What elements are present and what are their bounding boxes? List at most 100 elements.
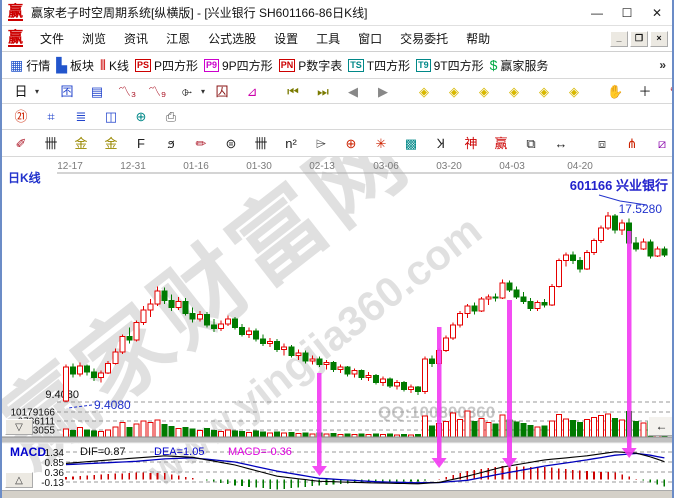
ruler-123-button[interactable]: ⧉ (520, 134, 544, 153)
mdi-minimize-button[interactable]: _ (610, 31, 628, 47)
menu-item-文件[interactable]: 文件 (31, 30, 73, 47)
volume-bar (183, 427, 188, 438)
menu-item-公式选股[interactable]: 公式选股 (199, 30, 265, 47)
svg-text:17.5280: 17.5280 (619, 202, 663, 216)
menu-item-江恩[interactable]: 江恩 (157, 30, 199, 47)
wave-3-button[interactable]: 〽₃ (116, 82, 140, 101)
brush-button[interactable]: ✐ (10, 134, 34, 153)
candle (331, 362, 336, 369)
fan-box-button[interactable]: ⧄ (651, 134, 674, 153)
volume-bar (141, 421, 146, 438)
last-page-button[interactable]: ⏭ (312, 82, 336, 101)
p-table-button[interactable]: PNP数字表 (279, 57, 343, 74)
next-button[interactable]: ▶ (372, 82, 396, 101)
width-measure-button[interactable]: ↔ (550, 134, 574, 153)
kline-chart-svg[interactable]: 赢家财富网www.yingjia360.comQQ:10080036012-17… (2, 157, 674, 490)
gann-diamond-5-button[interactable]: ◈ (533, 82, 557, 101)
mdi-restore-button[interactable]: ❐ (630, 31, 648, 47)
quotes-button[interactable]: ▦行情 (10, 57, 50, 74)
shen-ruler-button[interactable]: 神 (460, 134, 484, 153)
candle (563, 255, 568, 261)
menu-item-资讯[interactable]: 资讯 (115, 30, 157, 47)
menu-item-交易委托[interactable]: 交易委托 (391, 30, 457, 47)
single-candle-button[interactable]: ⌱▾ (176, 82, 205, 101)
chart-area[interactable]: 赢家财富网www.yingjia360.comQQ:10080036012-17… (2, 157, 674, 490)
square-tool-button[interactable]: ⧈ (591, 134, 615, 153)
wave-9-button[interactable]: 〽₉ (146, 82, 170, 101)
menu-item-工具[interactable]: 工具 (307, 30, 349, 47)
print-button[interactable]: ⎙ (160, 107, 184, 126)
maximize-button[interactable]: ☐ (612, 2, 642, 24)
pattern-box-button[interactable]: 囚 (211, 82, 235, 101)
9p-square-button[interactable]: P99P四方形 (204, 57, 273, 74)
candle (486, 297, 491, 299)
fan-lines-button[interactable]: ⋔ (621, 134, 645, 153)
net-grid-icon: 囨 (56, 82, 78, 101)
t-square-button[interactable]: TST四方形 (348, 57, 410, 74)
flag-button[interactable]: ⌲ (310, 134, 334, 153)
candle (648, 242, 653, 256)
gann-diamond-2-button[interactable]: ◈ (443, 82, 467, 101)
box-grid-button[interactable]: ▩ (400, 134, 424, 153)
save-button[interactable]: ◫ (100, 107, 124, 126)
svg-text:DEA=1.05: DEA=1.05 (154, 446, 204, 458)
menu-item-设置[interactable]: 设置 (265, 30, 307, 47)
kline-button[interactable]: ⫴K线 (100, 57, 129, 74)
candle (64, 367, 69, 401)
candle (408, 387, 413, 389)
t-square-icon: TS (348, 59, 364, 72)
sectors-button[interactable]: ▙板块 (56, 57, 94, 74)
scroll-left-button[interactable]: ← (648, 416, 674, 436)
mdi-close-button[interactable]: × (650, 31, 668, 47)
9t-square-button[interactable]: T99T四方形 (416, 57, 484, 74)
first-page-button[interactable]: ⏮ (282, 82, 306, 101)
ruler-button[interactable]: 卌 (40, 134, 64, 153)
ying-ruler-button[interactable]: 赢 (490, 134, 514, 153)
k-mark-button[interactable]: Ʞ (430, 134, 454, 153)
prev-button[interactable]: ◀ (342, 82, 366, 101)
svg-text:601166 兴业银行: 601166 兴业银行 (570, 178, 668, 193)
service-button[interactable]: $赢家服务 (490, 57, 549, 74)
network-button[interactable]: ⊕ (130, 107, 154, 126)
gold-ruler-1-button[interactable]: 金 (70, 134, 94, 153)
menu-item-窗口[interactable]: 窗口 (349, 30, 391, 47)
spiral-button[interactable]: ϧ (160, 134, 184, 153)
notes-button[interactable]: ≣ (70, 107, 94, 126)
hand-tool-button[interactable]: ✋ (604, 82, 628, 101)
f-ruler-button[interactable]: F (130, 134, 154, 153)
p-square-button[interactable]: PSP四方形 (135, 57, 198, 74)
print-icon: ⎙ (160, 107, 182, 126)
minimize-button[interactable]: — (582, 2, 612, 24)
circle-ruler-button[interactable]: ⊜ (220, 134, 244, 153)
n-square-button[interactable]: n² (280, 134, 304, 153)
period-daily-icon: 日 (10, 82, 32, 101)
toolbar-separator (598, 82, 599, 100)
gann-diamond-4-button[interactable]: ◈ (503, 82, 527, 101)
pane-separator[interactable] (2, 437, 674, 443)
calculator-button[interactable]: ⌗ (40, 107, 64, 126)
volume-profile-button[interactable]: ⊿ (241, 82, 265, 101)
brush-2-button[interactable]: ✏ (190, 134, 214, 153)
gold-ruler-2-button[interactable]: 金 (100, 134, 124, 153)
menu-item-帮助[interactable]: 帮助 (457, 30, 499, 47)
close-button[interactable]: ✕ (642, 2, 672, 24)
star-grid-button[interactable]: ✳ (370, 134, 394, 153)
ruler-2-button[interactable]: 卌 (250, 134, 274, 153)
menu-item-浏览[interactable]: 浏览 (73, 30, 115, 47)
calendar-button[interactable]: ㉑ (10, 107, 34, 126)
crosshair-tool-button[interactable]: ＋ (634, 82, 658, 101)
macd-pane-toggle-button[interactable]: △ (5, 472, 33, 488)
volume-pane-toggle-button[interactable]: ▽ (5, 419, 33, 435)
gann-diamond-1-button[interactable]: ◈ (413, 82, 437, 101)
pen-tool-button[interactable]: ✎ (664, 82, 674, 101)
clipboard-button[interactable]: ▤ (86, 82, 110, 101)
gann-diamond-3-button[interactable]: ◈ (473, 82, 497, 101)
toolbar-chart-tools: 日▾囨▤〽₃〽₉⌱▾囚⊿⏮⏭◀▶◈◈◈◈◈◈✋＋✎〒❀ (2, 79, 672, 104)
wave-3-icon: 〽₃ (116, 82, 138, 101)
net-grid-button[interactable]: 囨 (56, 82, 80, 101)
toolbar-overflow-chevron[interactable]: » (659, 58, 666, 72)
period-daily-button[interactable]: 日▾ (10, 82, 39, 101)
candle (204, 314, 209, 325)
gann-diamond-6-button[interactable]: ◈ (563, 82, 587, 101)
target-circle-button[interactable]: ⊕ (340, 134, 364, 153)
